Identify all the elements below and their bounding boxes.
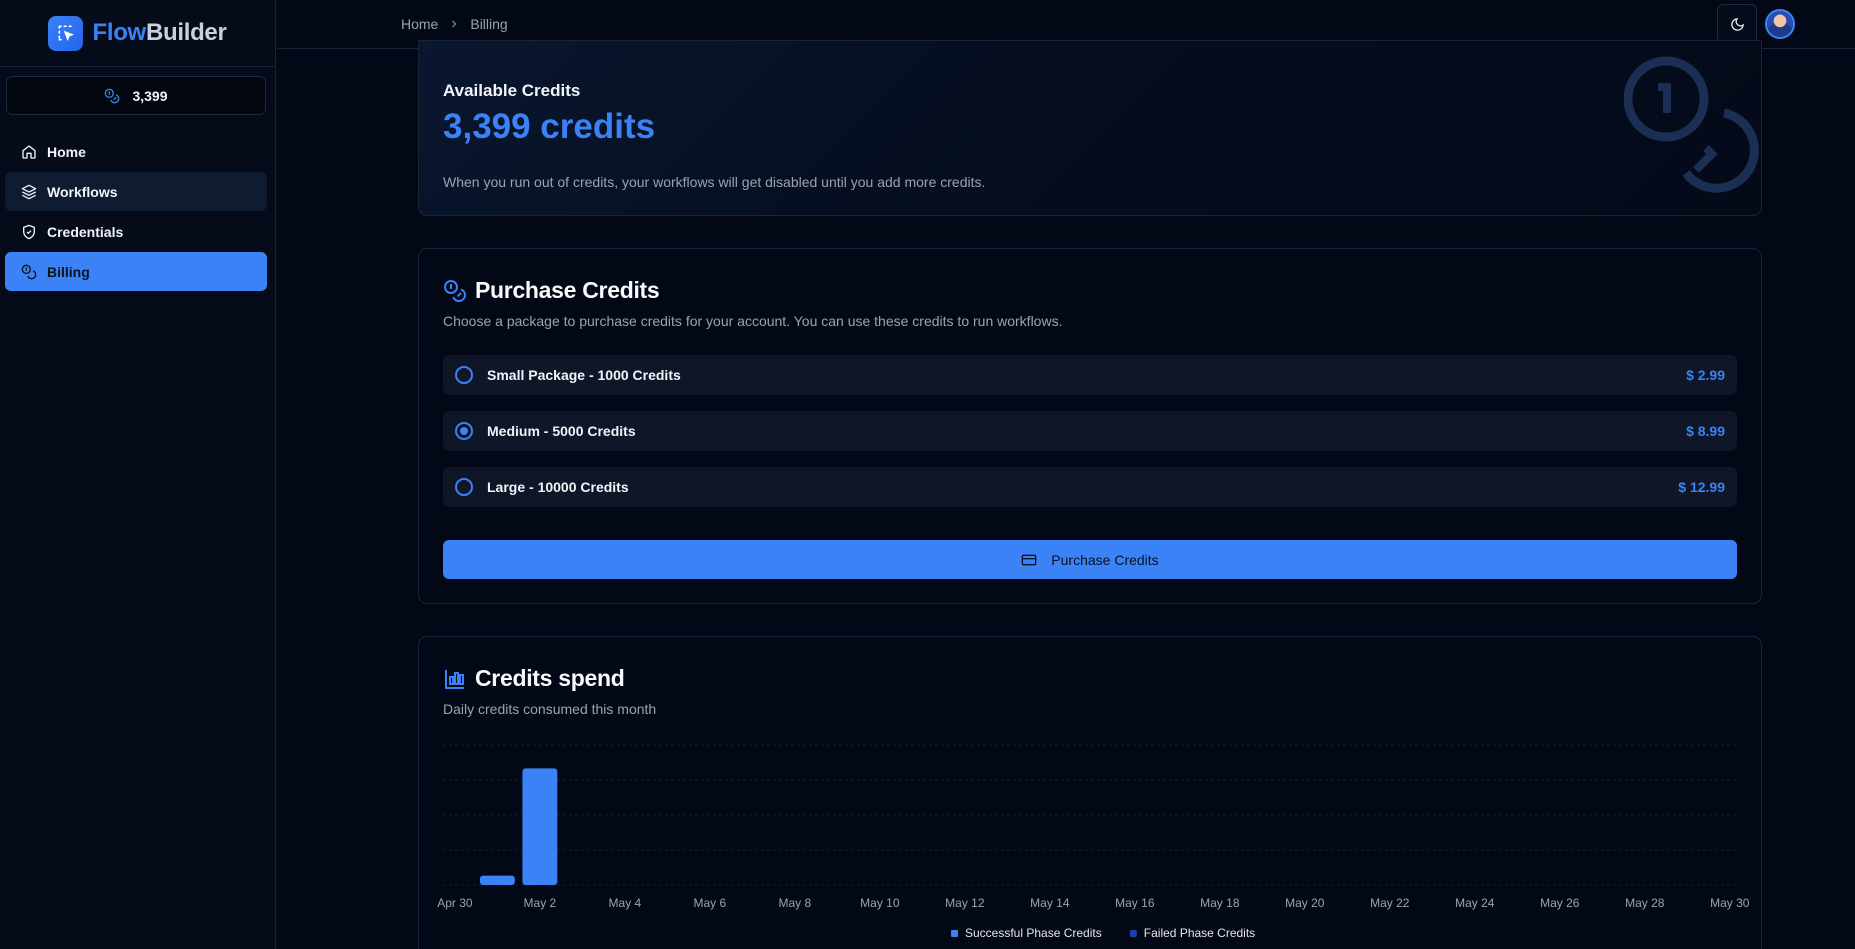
brand-logo-link[interactable]: FlowBuilder [0, 0, 275, 67]
purchase-title-text: Purchase Credits [475, 277, 660, 303]
breadcrumb-home-link[interactable]: Home [401, 16, 438, 32]
chart-tick-label: May 8 [779, 896, 812, 910]
coins-icon [1624, 56, 1759, 193]
chart-tick-label: May 14 [1030, 896, 1070, 910]
moon-icon [1730, 17, 1744, 31]
chart-legend-swatch [951, 930, 958, 937]
purchase-subtitle: Choose a package to purchase credits for… [443, 313, 1063, 329]
chart-tick-label: May 6 [694, 896, 727, 910]
chart-tick-label: May 4 [609, 896, 642, 910]
chart-bar [522, 768, 558, 885]
chart-tick-label: May 10 [860, 896, 900, 910]
sidebar-credits-badge[interactable]: 3,399 [6, 76, 266, 115]
layers-icon [21, 184, 37, 199]
package-label: Small Package - 1000 Credits [487, 367, 681, 383]
purchase-credits-title: Purchase Credits [443, 277, 660, 304]
theme-toggle-button[interactable] [1717, 4, 1757, 44]
purchase-credits-button[interactable]: Purchase Credits [443, 540, 1737, 579]
chart-tick-label: May 22 [1370, 896, 1410, 910]
chevron-right-icon [452, 20, 457, 28]
breadcrumb: Home Billing [401, 16, 508, 32]
package-label: Large - 10000 Credits [487, 479, 629, 495]
sidebar-nav: Home Workflows Credentials Billing [5, 132, 267, 292]
sidebar-item-credentials[interactable]: Credentials [5, 212, 267, 251]
sidebar-item-label: Workflows [47, 183, 118, 200]
package-label: Medium - 5000 Credits [487, 423, 636, 439]
brand-name-part2: Builder [145, 19, 227, 46]
purchase-credits-card: Purchase Credits Choose a package to pur… [418, 248, 1762, 604]
sidebar-item-home[interactable]: Home [5, 132, 267, 171]
sidebar-item-label: Home [47, 143, 86, 160]
package-option-large[interactable]: Large - 10000 Credits $ 12.99 [443, 467, 1737, 507]
package-radio[interactable] [455, 366, 473, 384]
available-credits-value: 3,399 credits [443, 107, 656, 146]
home-icon [22, 144, 36, 159]
coins-icon [105, 88, 120, 103]
package-price: $ 2.99 [1686, 367, 1725, 383]
chart-bar [479, 875, 515, 885]
breadcrumb-current: Billing [470, 16, 508, 32]
package-option-small[interactable]: Small Package - 1000 Credits $ 2.99 [443, 355, 1737, 395]
package-price: $ 12.99 [1678, 479, 1725, 495]
sidebar-credits-value: 3,399 [132, 87, 168, 104]
chart-tick-label: May 20 [1285, 896, 1325, 910]
chart-tick-label: May 12 [945, 896, 985, 910]
chart-legend-label: Failed Phase Credits [1144, 926, 1255, 940]
package-option-medium[interactable]: Medium - 5000 Credits $ 8.99 [443, 411, 1737, 451]
sidebar-item-label: Billing [47, 263, 90, 280]
chart-tick-label: May 26 [1540, 896, 1580, 910]
package-price: $ 8.99 [1686, 423, 1725, 439]
sidebar-item-label: Credentials [47, 223, 124, 240]
available-credits-label: Available Credits [443, 81, 581, 100]
credit-card-icon [1021, 554, 1037, 565]
cursor-select-icon [48, 15, 84, 51]
sidebar-item-workflows[interactable]: Workflows [5, 172, 267, 211]
purchase-button-label: Purchase Credits [1051, 551, 1159, 568]
chart-legend-label: Successful Phase Credits [965, 926, 1102, 940]
coins-icon [444, 279, 466, 302]
chart-tick-label: May 2 [524, 896, 557, 910]
available-credits-note: When you run out of credits, your workfl… [443, 174, 986, 190]
chart-tick-label: May 18 [1200, 896, 1240, 910]
credits-spend-chart: Apr 30 May 2 May 4 May 6 May 8 May 10 May 12 Ma… [437, 744, 1750, 940]
chart-tick-label: May 24 [1455, 896, 1495, 910]
coins-icon [21, 264, 37, 279]
available-credits-card: Available Credits 3,399 credits When you… [418, 40, 1762, 216]
sidebar-item-billing[interactable]: Billing [5, 252, 267, 291]
chart-tick-label: May 30 [1710, 896, 1750, 910]
package-radio[interactable] [455, 422, 473, 440]
shield-check-icon [23, 224, 35, 239]
brand-name: FlowBuilder [92, 19, 226, 47]
chart-tick-label: Apr 30 [437, 896, 473, 910]
chart-tick-label: May 16 [1115, 896, 1155, 910]
chart-tick-label: May 28 [1625, 896, 1665, 910]
credits-spend-card: Credits spend Daily credits consumed thi… [418, 636, 1762, 949]
sidebar: FlowBuilder 3,399 Home Workflows Credent… [0, 0, 276, 949]
package-radio[interactable] [455, 478, 473, 496]
brand-name-part1: Flow [92, 19, 146, 46]
chart-legend-swatch [1129, 930, 1137, 937]
user-avatar[interactable] [1765, 9, 1795, 39]
